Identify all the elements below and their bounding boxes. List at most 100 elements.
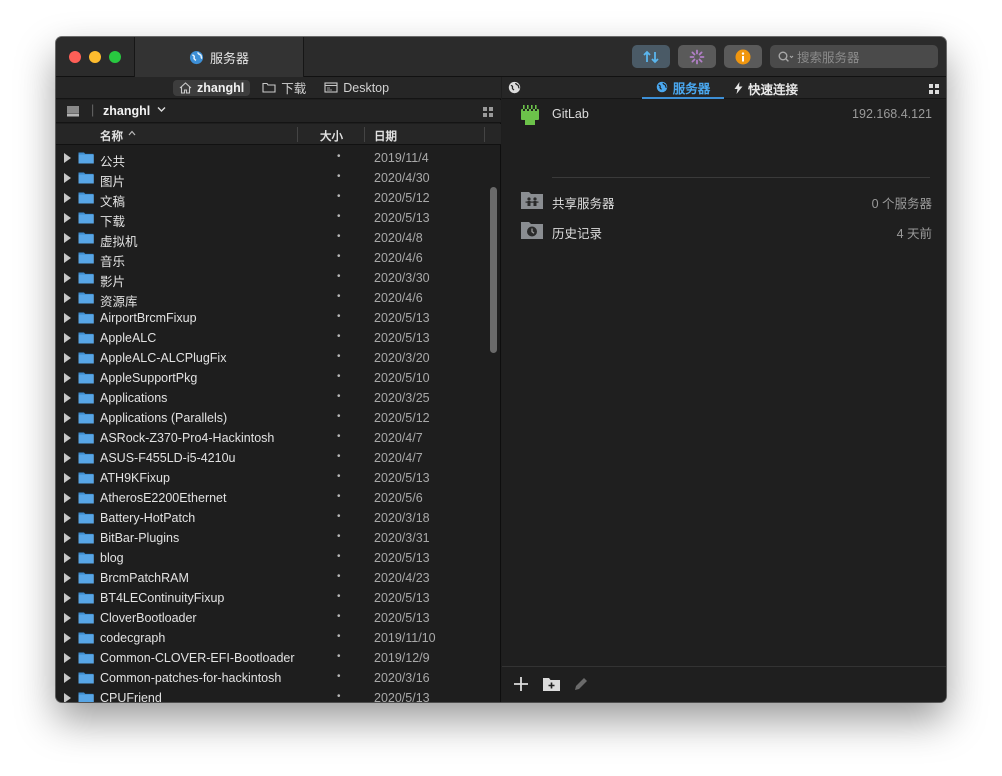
folder-icon — [78, 631, 94, 647]
disclosure-triangle-icon[interactable] — [64, 573, 71, 583]
disclosure-triangle-icon[interactable] — [64, 433, 71, 443]
disclosure-triangle-icon[interactable] — [64, 153, 71, 163]
column-date[interactable]: 日期 — [374, 128, 397, 144]
favorite-desktop[interactable]: Desktop — [318, 80, 395, 96]
file-size: • — [337, 591, 341, 602]
tab-servers[interactable]: 服务器 — [642, 77, 724, 99]
folder-icon — [78, 171, 94, 187]
activity-button[interactable] — [678, 45, 716, 68]
file-row[interactable]: AtherosE2200Ethernet • 2020/5/6 — [56, 488, 486, 508]
disclosure-triangle-icon[interactable] — [64, 313, 71, 323]
disclosure-triangle-icon[interactable] — [64, 173, 71, 183]
disclosure-triangle-icon[interactable] — [64, 373, 71, 383]
file-row[interactable]: BT4LEContinuityFixup • 2020/5/13 — [56, 588, 486, 608]
file-row[interactable]: 下载 • 2020/5/13 — [56, 208, 486, 229]
favorite-home[interactable]: zhanghl — [173, 79, 251, 96]
column-name[interactable]: 名称 — [100, 128, 123, 144]
info-button[interactable] — [724, 45, 762, 68]
file-row[interactable]: CloverBootloader • 2020/5/13 — [56, 608, 486, 628]
disclosure-triangle-icon[interactable] — [64, 253, 71, 263]
file-row[interactable]: blog • 2020/5/13 — [56, 548, 486, 568]
disclosure-triangle-icon[interactable] — [64, 553, 71, 563]
file-row[interactable]: Applications (Parallels) • 2020/5/12 — [56, 408, 486, 428]
file-row[interactable]: 虚拟机 • 2020/4/8 — [56, 228, 486, 249]
file-row[interactable]: AppleALC-ALCPlugFix • 2020/3/20 — [56, 348, 486, 368]
file-row[interactable]: ATH9KFixup • 2020/5/13 — [56, 468, 486, 488]
file-row[interactable]: Common-CLOVER-EFI-Bootloader • 2019/12/9 — [56, 648, 486, 668]
file-row[interactable]: 影片 • 2020/3/30 — [56, 268, 486, 289]
minimize-button[interactable] — [89, 51, 101, 63]
shared-servers-entry[interactable]: 共享服务器 0 个服务器 — [502, 186, 946, 216]
window-tab[interactable]: 服务器 — [134, 37, 304, 77]
disclosure-triangle-icon[interactable] — [64, 513, 71, 523]
favorite-downloads[interactable]: 下载 — [256, 77, 312, 98]
file-row[interactable]: Battery-HotPatch • 2020/3/18 — [56, 508, 486, 528]
grid-view-icon[interactable] — [483, 107, 493, 117]
disclosure-triangle-icon[interactable] — [64, 533, 71, 543]
favorite-label: 下载 — [281, 82, 307, 96]
file-row[interactable]: 图片 • 2020/4/30 — [56, 168, 486, 189]
disclosure-triangle-icon[interactable] — [64, 413, 71, 423]
disclosure-triangle-icon[interactable] — [64, 333, 71, 343]
disclosure-triangle-icon[interactable] — [64, 393, 71, 403]
file-row[interactable]: Common-patches-for-hackintosh • 2020/3/16 — [56, 668, 486, 688]
column-divider[interactable] — [297, 127, 298, 142]
tab-quick-connect[interactable]: 快速连接 — [734, 77, 798, 99]
column-divider[interactable] — [484, 127, 485, 142]
scrollbar-thumb[interactable] — [490, 187, 497, 353]
file-row[interactable]: 文稿 • 2020/5/12 — [56, 188, 486, 209]
file-row[interactable]: ASRock-Z370-Pro4-Hackintosh • 2020/4/7 — [56, 428, 486, 448]
file-date: 2020/5/10 — [374, 371, 430, 385]
file-date: 2020/4/30 — [374, 171, 430, 185]
path-current-folder[interactable]: zhanghl — [103, 104, 150, 118]
file-row[interactable]: 资源库 • 2020/4/6 — [56, 288, 486, 309]
file-row[interactable]: AirportBrcmFixup • 2020/5/13 — [56, 308, 486, 328]
file-row[interactable]: AppleALC • 2020/5/13 — [56, 328, 486, 348]
sync-button[interactable] — [632, 45, 670, 68]
history-entry[interactable]: 历史记录 4 天前 — [502, 216, 946, 246]
file-size: • — [337, 231, 341, 242]
folder-icon — [78, 611, 94, 627]
server-entry-gitlab[interactable]: GitLab 192.168.4.121 — [502, 100, 946, 130]
disclosure-triangle-icon[interactable] — [64, 473, 71, 483]
column-divider[interactable] — [364, 127, 365, 142]
disclosure-triangle-icon[interactable] — [64, 293, 71, 303]
disclosure-triangle-icon[interactable] — [64, 653, 71, 663]
disclosure-triangle-icon[interactable] — [64, 493, 71, 503]
add-icon[interactable] — [513, 676, 529, 692]
disclosure-triangle-icon[interactable] — [64, 633, 71, 643]
file-date: 2020/5/13 — [374, 591, 430, 605]
disclosure-triangle-icon[interactable] — [64, 273, 71, 283]
disk-icon[interactable] — [66, 105, 80, 117]
disclosure-triangle-icon[interactable] — [64, 673, 71, 683]
grid-view-icon[interactable] — [929, 84, 939, 94]
disclosure-triangle-icon[interactable] — [64, 593, 71, 603]
disclosure-triangle-icon[interactable] — [64, 453, 71, 463]
disclosure-triangle-icon[interactable] — [64, 213, 71, 223]
search-field[interactable]: 搜索服务器 — [770, 45, 938, 68]
disclosure-triangle-icon[interactable] — [64, 233, 71, 243]
file-row[interactable]: Applications • 2020/3/25 — [56, 388, 486, 408]
chevron-down-icon[interactable] — [157, 106, 166, 113]
file-row[interactable]: BitBar-Plugins • 2020/3/31 — [56, 528, 486, 548]
zoom-button[interactable] — [109, 51, 121, 63]
disclosure-triangle-icon[interactable] — [64, 693, 71, 702]
folder-icon — [78, 211, 94, 227]
file-row[interactable]: 公共 • 2019/11/4 — [56, 148, 486, 169]
column-size[interactable]: 大小 — [320, 128, 343, 144]
file-row[interactable]: ASUS-F455LD-i5-4210u • 2020/4/7 — [56, 448, 486, 468]
file-row[interactable]: codecgraph • 2019/11/10 — [56, 628, 486, 648]
file-row[interactable]: 音乐 • 2020/4/6 — [56, 248, 486, 269]
edit-pencil-icon[interactable] — [573, 676, 589, 692]
disclosure-triangle-icon[interactable] — [64, 613, 71, 623]
globe-icon[interactable] — [508, 81, 521, 94]
file-row[interactable]: BrcmPatchRAM • 2020/4/23 — [56, 568, 486, 588]
disclosure-triangle-icon[interactable] — [64, 193, 71, 203]
file-row[interactable]: AppleSupportPkg • 2020/5/10 — [56, 368, 486, 388]
disclosure-triangle-icon[interactable] — [64, 353, 71, 363]
file-date: 2020/4/23 — [374, 571, 430, 585]
new-folder-icon[interactable] — [542, 676, 561, 692]
close-button[interactable] — [69, 51, 81, 63]
file-row[interactable]: CPUFriend • 2020/5/13 — [56, 688, 486, 702]
file-name: AppleALC-ALCPlugFix — [100, 351, 227, 365]
